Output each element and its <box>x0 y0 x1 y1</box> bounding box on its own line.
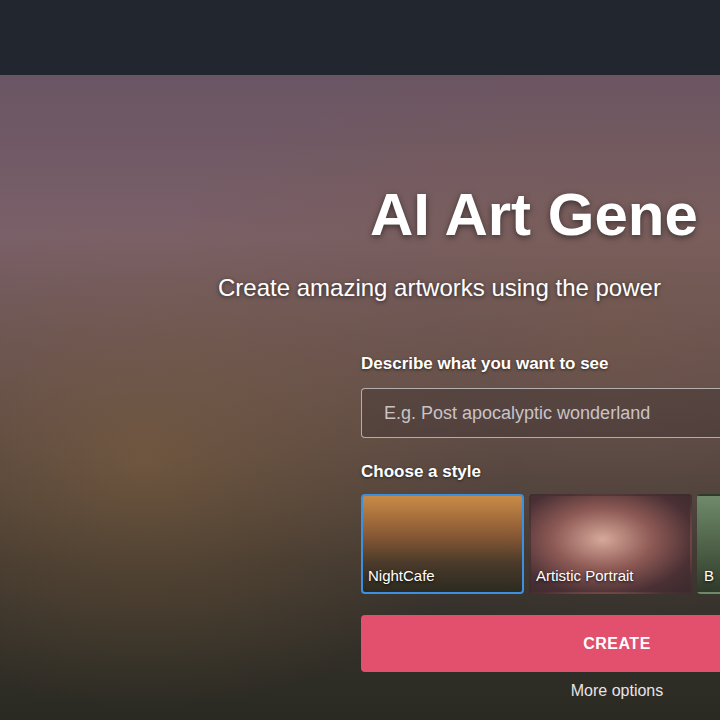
style-label: Choose a style <box>361 461 720 483</box>
prompt-label: Describe what you want to see <box>361 353 720 375</box>
style-card[interactable]: B <box>697 494 720 594</box>
top-bar <box>0 0 720 75</box>
style-name: Artistic Portrait <box>536 566 634 586</box>
prompt-input[interactable] <box>361 388 720 438</box>
hero-title: AI Art Gene <box>370 179 720 251</box>
style-name: NightCafe <box>368 566 435 586</box>
style-card[interactable]: NightCafe <box>361 494 524 594</box>
style-name: B <box>704 566 714 586</box>
hero-section: AI Art Gene Create amazing artworks using… <box>0 75 720 720</box>
hero-subtitle: Create amazing artworks using the power <box>218 272 720 304</box>
create-button[interactable]: CREATE <box>361 615 720 672</box>
page: AI Art Gene Create amazing artworks using… <box>0 0 720 720</box>
style-list: NightCafe Artistic Portrait B <box>361 494 720 594</box>
style-card[interactable]: Artistic Portrait <box>529 494 692 594</box>
generator-form: Describe what you want to see Choose a st… <box>361 353 720 701</box>
more-options-link[interactable]: More options <box>361 681 720 701</box>
